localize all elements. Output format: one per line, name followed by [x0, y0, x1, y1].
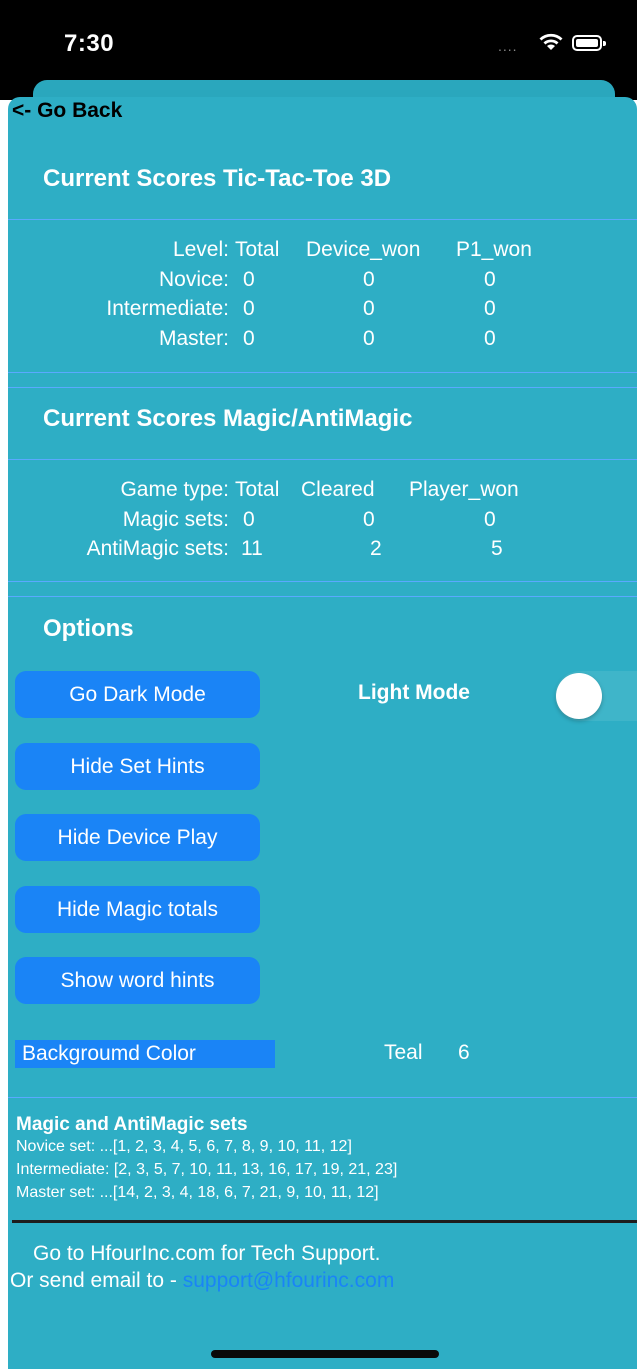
device-won-value: 0: [363, 267, 375, 291]
total-value: 0: [243, 267, 255, 291]
player-won-header: Player_won: [409, 478, 519, 501]
background-color-index: 6: [458, 1041, 470, 1064]
toggle-knob: [556, 673, 602, 719]
dark-mode-button[interactable]: Go Dark Mode: [15, 671, 260, 718]
divider: [8, 596, 637, 597]
device-won-header: Device_won: [306, 238, 421, 261]
player-won-value: 0: [484, 507, 496, 531]
wifi-icon: [537, 32, 565, 57]
table-row: Novice: 0 0 0: [8, 265, 637, 295]
p1-won-value: 0: [484, 267, 496, 291]
table-row: Intermediate: 0 0 0: [8, 294, 637, 324]
total-value: 0: [243, 326, 255, 350]
device-won-value: 0: [363, 297, 375, 320]
options-title: Options: [43, 615, 134, 642]
background-color-value: Teal: [384, 1041, 423, 1064]
table-row: Magic sets: 0 0 0: [8, 505, 637, 535]
cleared-value: 0: [363, 507, 375, 531]
mode-label: Light Mode: [358, 681, 470, 704]
player-won-value: 5: [491, 537, 503, 560]
divider: [12, 1220, 637, 1223]
divider: [8, 219, 637, 220]
sets-title: Magic and AntiMagic sets: [16, 1114, 248, 1135]
cleared-value: 2: [370, 537, 382, 560]
table-row: AntiMagic sets: 11 2 5: [8, 534, 637, 564]
magic-header-row: Game type: Total Cleared Player_won: [8, 475, 637, 505]
device-won-value: 0: [363, 326, 375, 350]
support-email-link[interactable]: support@hfourinc.com: [183, 1269, 395, 1292]
cellular-signal-icon: ....: [498, 38, 518, 54]
divider: [8, 372, 637, 373]
p1-won-value: 0: [484, 326, 496, 350]
game-type-label: AntiMagic sets:: [86, 537, 229, 560]
support-email-line: Or send email to - support@hfourinc.com: [10, 1269, 394, 1293]
background-color-field[interactable]: Backgroumd Color: [15, 1040, 275, 1068]
divider: [8, 459, 637, 460]
divider: [8, 387, 637, 388]
cleared-header: Cleared: [301, 478, 375, 501]
status-time: 7:30: [64, 30, 115, 57]
scores-sheet: <- Go Back Current Scores Tic-Tac-Toe 3D…: [8, 97, 637, 1369]
total-header: Total: [235, 478, 280, 501]
support-email-prefix: Or send email to -: [10, 1269, 183, 1292]
support-text: Go to HfourInc.com for Tech Support.: [33, 1242, 381, 1265]
p1-won-value: 0: [484, 297, 496, 320]
table-row: Master: 0 0 0: [8, 324, 637, 354]
total-value: 0: [243, 507, 255, 531]
level-label: Master:: [158, 326, 229, 350]
divider: [8, 581, 637, 582]
home-indicator[interactable]: [211, 1350, 439, 1358]
divider: [8, 1097, 637, 1098]
hide-magic-totals-button[interactable]: Hide Magic totals: [15, 886, 260, 933]
hide-set-hints-button[interactable]: Hide Set Hints: [15, 743, 260, 790]
master-set: Master set: ...[14, 2, 3, 4, 18, 6, 7, 2…: [16, 1184, 379, 1201]
game-type-label: Magic sets:: [122, 507, 229, 531]
intermediate-set: Intermediate: [2, 3, 5, 7, 10, 11, 13, 1…: [16, 1161, 398, 1178]
level-label: Novice:: [158, 267, 229, 291]
show-word-hints-button[interactable]: Show word hints: [15, 957, 260, 1004]
total-value: 11: [241, 537, 263, 560]
magic-score-table: Game type: Total Cleared Player_won Magi…: [8, 475, 637, 564]
p1-won-header: P1_won: [456, 238, 532, 261]
total-value: 0: [243, 297, 255, 320]
tictactoe-header-row: Level: Total Device_won P1_won: [8, 235, 637, 265]
level-header: Level:: [172, 238, 229, 261]
total-header: Total: [235, 238, 280, 261]
hide-device-play-button[interactable]: Hide Device Play: [15, 814, 260, 861]
level-label: Intermediate:: [106, 297, 229, 320]
novice-set: Novice set: ...[1, 2, 3, 4, 5, 6, 7, 8, …: [16, 1138, 352, 1155]
battery-icon: [572, 35, 606, 51]
go-back-button[interactable]: <- Go Back: [12, 99, 122, 123]
tictactoe-title: Current Scores Tic-Tac-Toe 3D: [43, 165, 392, 192]
magic-title: Current Scores Magic/AntiMagic: [43, 405, 413, 432]
game-type-header: Game type:: [120, 478, 229, 501]
light-mode-toggle[interactable]: [555, 671, 637, 721]
tictactoe-score-table: Level: Total Device_won P1_won Novice: 0…: [8, 235, 637, 353]
